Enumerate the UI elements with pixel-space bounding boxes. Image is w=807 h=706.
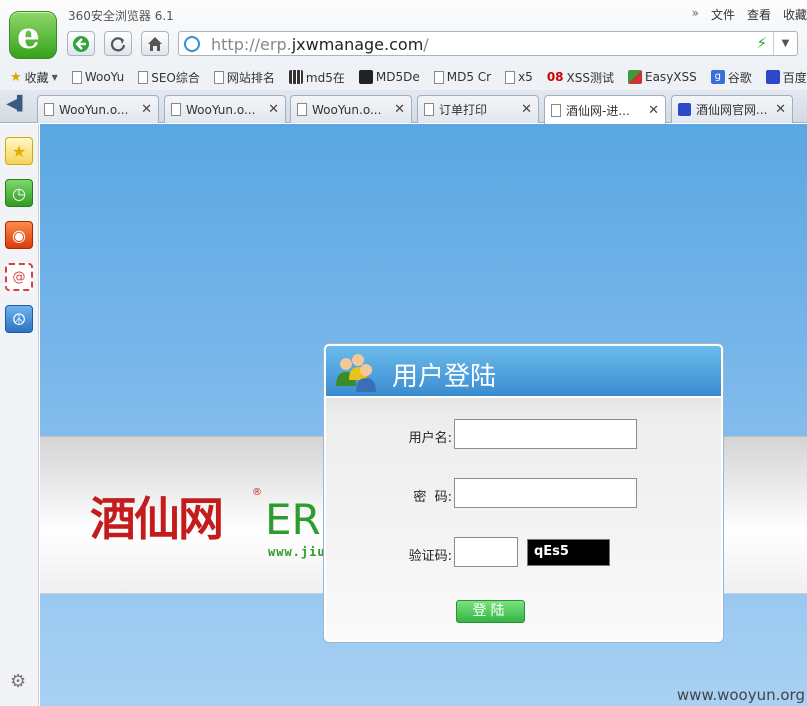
page-icon	[71, 70, 82, 84]
bookmark-item[interactable]: WooYu	[71, 70, 124, 84]
close-tab-icon[interactable]: ✕	[648, 103, 659, 118]
bookmark-item[interactable]: MD5 Cr	[433, 70, 491, 84]
clock-icon[interactable]: ◷	[5, 179, 33, 207]
close-tab-icon[interactable]: ✕	[775, 102, 786, 117]
grid-icon	[288, 70, 303, 84]
mail-icon[interactable]: @	[5, 263, 33, 291]
tab-bar: ◀▌ WooYun.o... ✕ WooYun.o... ✕ WooYun.o...…	[0, 90, 807, 124]
speed-mode-icon[interactable]: ⚡	[756, 34, 767, 52]
web-page: 酒仙网 ® ERF www.jiu 用户登陆 用户名: 密 码: 验证码: qE…	[40, 124, 807, 706]
page-icon	[424, 103, 434, 116]
page-icon	[213, 70, 224, 84]
brand-logo: 酒仙网	[90, 492, 224, 546]
page-icon	[297, 103, 307, 116]
refresh-icon	[110, 36, 126, 51]
password-label: 密 码:	[413, 490, 452, 505]
bookmark-item[interactable]: md5在	[288, 69, 345, 86]
back-arrow-icon	[73, 35, 89, 52]
tab-jiuxian-active[interactable]: 酒仙网-进... ✕	[544, 95, 666, 124]
tab-wooyun-2[interactable]: WooYun.o... ✕	[164, 95, 286, 123]
username-label: 用户名:	[408, 431, 452, 446]
site-info-icon[interactable]	[184, 36, 200, 52]
top-menu: » 文件 查看 收藏	[692, 6, 807, 23]
registered-mark: ®	[252, 487, 262, 498]
password-input[interactable]	[454, 478, 637, 508]
login-button[interactable]: 登陆	[456, 600, 525, 623]
users-icon	[336, 354, 376, 392]
captcha-image[interactable]: qEs5	[527, 539, 610, 566]
paw-icon	[678, 103, 691, 116]
bookmark-item[interactable]: SEO综合	[138, 69, 200, 86]
08-icon: 08	[546, 70, 564, 84]
login-dialog-header: 用户登陆	[326, 346, 721, 398]
close-tab-icon[interactable]: ✕	[268, 102, 279, 117]
bookmark-item[interactable]: 08 XSS测试	[547, 69, 614, 86]
bookmark-item[interactable]: MD5De	[358, 70, 420, 84]
weibo-icon[interactable]: ◉	[5, 221, 33, 249]
close-tab-icon[interactable]: ✕	[521, 102, 532, 117]
login-title: 用户登陆	[392, 362, 497, 392]
peace-icon[interactable]: ☮	[5, 305, 33, 333]
bookmarks-bar: ★ 收藏 ▼ WooYu SEO综合 网站排名 md5在 MD5De MD5 Cr …	[0, 64, 807, 90]
bookmark-item[interactable]: x5	[505, 70, 533, 84]
close-tab-icon[interactable]: ✕	[141, 102, 152, 117]
bookmark-item[interactable]: g 谷歌	[710, 69, 752, 86]
username-input[interactable]	[454, 419, 637, 449]
tab-wooyun-1[interactable]: WooYun.o... ✕	[37, 95, 159, 123]
captcha-label: 验证码:	[408, 549, 452, 564]
bookmark-item[interactable]: EasyXSS	[628, 70, 697, 84]
home-button[interactable]	[141, 31, 169, 56]
refresh-button[interactable]	[104, 31, 132, 56]
brand-url-text: www.jiu	[268, 545, 326, 559]
star-icon: ★	[10, 69, 22, 85]
page-icon	[138, 70, 149, 84]
back-button[interactable]	[67, 31, 95, 56]
browser-titlebar: e 360安全浏览器 6.1 » 文件 查看 收藏 http://erp.jxw…	[0, 0, 807, 64]
star-icon[interactable]: ★	[5, 137, 33, 165]
menu-view[interactable]: 查看	[747, 6, 771, 23]
menu-file[interactable]: 文件	[711, 6, 735, 23]
browser-logo-icon: e	[9, 11, 57, 59]
menu-favorites[interactable]: 收藏	[783, 6, 807, 23]
page-icon	[551, 103, 561, 117]
google-icon: g	[710, 70, 725, 84]
tab-wooyun-3[interactable]: WooYun.o... ✕	[290, 95, 412, 123]
dropdown-icon: ▼	[51, 72, 58, 82]
url-text[interactable]: http://erp.jxwmanage.com/	[211, 35, 429, 54]
app-title: 360安全浏览器 6.1	[68, 9, 174, 23]
bookmark-favorites[interactable]: ★ 收藏 ▼	[10, 69, 58, 86]
home-icon	[148, 36, 162, 51]
tab-jiuxian-official[interactable]: 酒仙网官网... ✕	[671, 95, 793, 123]
tab-order-print[interactable]: 订单打印 ✕	[417, 95, 539, 123]
address-bar[interactable]: http://erp.jxwmanage.com/ ⚡ ▼	[178, 31, 798, 56]
watermark: www.wooyun.org	[676, 686, 805, 704]
url-dropdown-icon[interactable]: ▼	[773, 32, 797, 55]
close-tab-icon[interactable]: ✕	[394, 102, 405, 117]
page-icon	[433, 70, 444, 84]
chevron-right-icon[interactable]: »	[692, 6, 699, 23]
login-dialog: 用户登陆 用户名: 密 码: 验证码: qEs5 登陆	[324, 344, 723, 642]
gear-icon[interactable]: ⚙	[10, 671, 26, 692]
sidebar-toggle-icon[interactable]: ◀▌	[4, 96, 30, 116]
left-sidebar: ★ ◷ ◉ @ ☮ ⚙	[0, 124, 39, 706]
captcha-input[interactable]	[454, 537, 518, 567]
bookmark-item[interactable]: 百度	[765, 69, 807, 86]
page-icon	[505, 70, 516, 84]
black-square-icon	[358, 70, 373, 84]
bookmark-item[interactable]: 网站排名	[213, 69, 275, 86]
page-icon	[44, 103, 54, 116]
baidu-icon	[765, 70, 780, 84]
page-icon	[171, 103, 181, 116]
puzzle-icon	[628, 70, 642, 84]
